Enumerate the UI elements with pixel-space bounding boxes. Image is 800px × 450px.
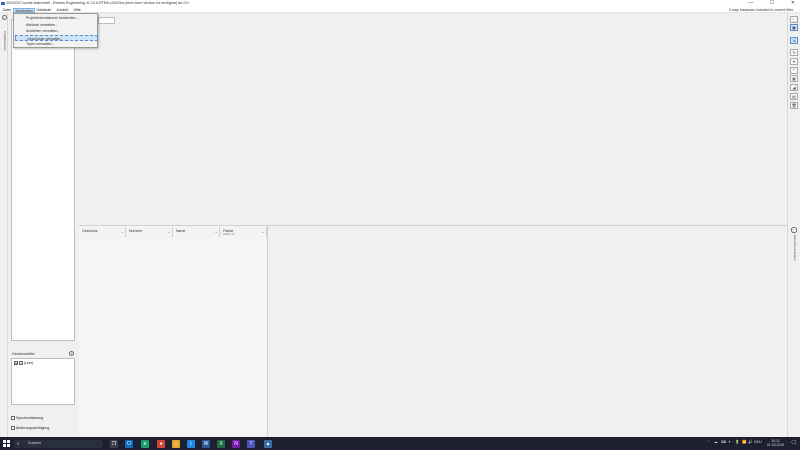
room-table: Geschoss ⌄ Nummer ⌄ Name ⌄ Fläche (GRE m… (79, 226, 268, 437)
geschossfilter-list: ⊟ ✓(Leer) (11, 358, 75, 405)
windows-start-icon[interactable] (3, 440, 10, 447)
taskbar-app-chrome-icon[interactable]: ● (157, 439, 165, 448)
taskbar-app-edge-icon[interactable]: e (141, 439, 149, 448)
layers-tool-icon[interactable]: ▤ (790, 93, 798, 100)
measure-tool-icon[interactable]: ◢ (790, 84, 798, 91)
chevron-down-icon[interactable]: ⌄ (121, 230, 124, 234)
column-header-flaeche[interactable]: Fläche (GRE m²) ⌄ (220, 227, 267, 237)
sync-checkbox[interactable] (11, 416, 15, 420)
window-title: 20230227-soinik-testmodell - Rovinis Eng… (6, 1, 189, 5)
column-header-name[interactable]: Name ⌄ (173, 227, 220, 237)
tracking-label: Änderungsverfolgung (16, 426, 50, 430)
column-header-geschoss[interactable]: Geschoss ⌄ (79, 227, 126, 237)
main-canvas[interactable] (79, 13, 787, 225)
filter-checkbox[interactable]: ✓ (19, 361, 23, 365)
tray-chevron-icon[interactable]: ⌃ (707, 440, 710, 444)
left-rail: ‹ Projektbrowser (0, 13, 8, 437)
column-label: Fläche (223, 228, 234, 233)
tracking-option[interactable]: Änderungsverfolgung (11, 426, 49, 430)
taskbar-app-teams-icon[interactable]: T (247, 439, 255, 448)
select-tool-icon[interactable]: ▣ (790, 24, 798, 31)
close-button[interactable]: ✕ (786, 0, 800, 7)
search-placeholder: Suchen (28, 441, 41, 446)
taskbar-app-onenote-icon[interactable]: N (232, 439, 240, 448)
tracking-checkbox[interactable] (11, 426, 15, 430)
volume-icon[interactable]: 🔊 (748, 440, 752, 444)
grid-tool-icon[interactable]: ⋮⋮ (790, 16, 799, 23)
onedrive-icon[interactable]: ☁ (714, 440, 718, 444)
battery-icon[interactable]: 🔋 (735, 440, 739, 444)
taskbar-app-outlook-icon[interactable]: O (125, 439, 133, 448)
taskbar-search[interactable]: ⌕ Suchen (13, 439, 103, 448)
taskbar-app-rovinis-icon[interactable]: ▲ (264, 439, 272, 448)
menu-datei[interactable]: Datei (1, 8, 12, 13)
left-panel: Geschossfilter + ⊟ ✓(Leer) Synchronisieru… (8, 13, 79, 437)
add-filter-icon[interactable]: + (69, 351, 74, 356)
language-indicator[interactable]: DEU (754, 440, 762, 444)
pointer-tool-icon[interactable]: ⇲ (790, 37, 798, 44)
project-browser-tab[interactable]: Projektbrowser (1, 31, 7, 55)
sync-label: Synchronisierung (16, 416, 44, 420)
column-label: Name (176, 228, 186, 233)
app-icon (1, 1, 5, 5)
clock[interactable]: 10:12 21.03.2025 (767, 439, 784, 448)
target-tool-icon[interactable]: ⌖ (790, 58, 798, 65)
bearbeiten-dropdown: Projektinformationen bearbeiten... Attri… (13, 13, 98, 48)
clock-date: 21.03.2025 (767, 443, 784, 448)
minimize-button[interactable]: — (744, 0, 758, 7)
collapse-left-icon[interactable]: ‹ (1, 15, 7, 20)
menu-gebaeude[interactable]: Gebäude (35, 8, 53, 13)
maximize-button[interactable]: ☐ (765, 0, 779, 7)
taskbar-app-task-view-icon[interactable]: ❐ (110, 439, 118, 448)
room-table-area: Geschoss ⌄ Nummer ⌄ Name ⌄ Fläche (GRE m… (79, 226, 787, 437)
up-tool-icon[interactable]: ⌃ (790, 67, 798, 74)
sync-option[interactable]: Synchronisierung (11, 416, 43, 420)
column-label: Nummer (129, 228, 143, 233)
column-unit: (GRE m²) (223, 233, 235, 236)
menu-bearbeiten[interactable]: Bearbeiten (13, 7, 36, 13)
wifi-icon[interactable]: 📶 (742, 440, 746, 444)
taskbar-app-explorer-icon[interactable]: ▭ (172, 439, 180, 448)
filter-row-label: (Leer) (24, 361, 34, 365)
table-tool-icon[interactable]: ▦ (790, 75, 798, 82)
search-icon: ⌕ (17, 440, 20, 446)
taskbar-app-excel-icon[interactable]: X (217, 439, 225, 448)
pen-tool-icon[interactable]: ✎ (790, 49, 798, 56)
chevron-down-icon[interactable]: ⌄ (262, 230, 265, 234)
column-label: Geschoss (82, 228, 98, 233)
trash-icon[interactable]: 🗑 (790, 102, 798, 109)
expand-icon[interactable]: ⊟ (14, 361, 18, 365)
taskbar-app-vscode-icon[interactable]: ⟩ (187, 439, 195, 448)
show-elements-tab[interactable]: Elemente anzeigen (791, 235, 797, 269)
chevron-down-icon[interactable]: ⌄ (168, 230, 171, 234)
collapse-right-icon[interactable]: ‹ (791, 227, 797, 233)
title-bar: 20230227-soinik-testmodell - Rovinis Eng… (0, 0, 800, 7)
bluetooth-icon[interactable]: ✦ (728, 440, 731, 444)
map-instances-info: 0 map instances included in current filt… (728, 8, 794, 12)
project-tree[interactable] (11, 19, 75, 341)
geschossfilter-label: Geschossfilter (12, 352, 35, 356)
column-header-nummer[interactable]: Nummer ⌄ (126, 227, 173, 237)
filter-row[interactable]: ⊟ ✓(Leer) (14, 361, 33, 366)
canvas-search-input[interactable] (98, 17, 115, 24)
chevron-down-icon[interactable]: ⌄ (215, 230, 218, 234)
menu-ansicht[interactable]: Ansicht (55, 8, 70, 13)
taskbar-app-word-icon[interactable]: W (202, 439, 210, 448)
notification-icon[interactable]: 🗨 (791, 440, 797, 446)
keyboard-icon[interactable]: ⌨ (721, 440, 726, 444)
right-toolbar: ⋮⋮ ▣ ⇲ ✎ ⌖ ⌃ ▦ ◢ ▤ 🗑 ‹ Elemente anzeigen (787, 13, 800, 437)
taskbar: ⌕ Suchen ⌃ ☁ ⌨ ✦ 🔋 📶 🔊 DEU 10:12 21.03.2… (0, 437, 800, 450)
menu-hilfe[interactable]: Hilfe (72, 8, 82, 13)
menu-item-typen[interactable]: Typen verwalten... (15, 41, 98, 48)
